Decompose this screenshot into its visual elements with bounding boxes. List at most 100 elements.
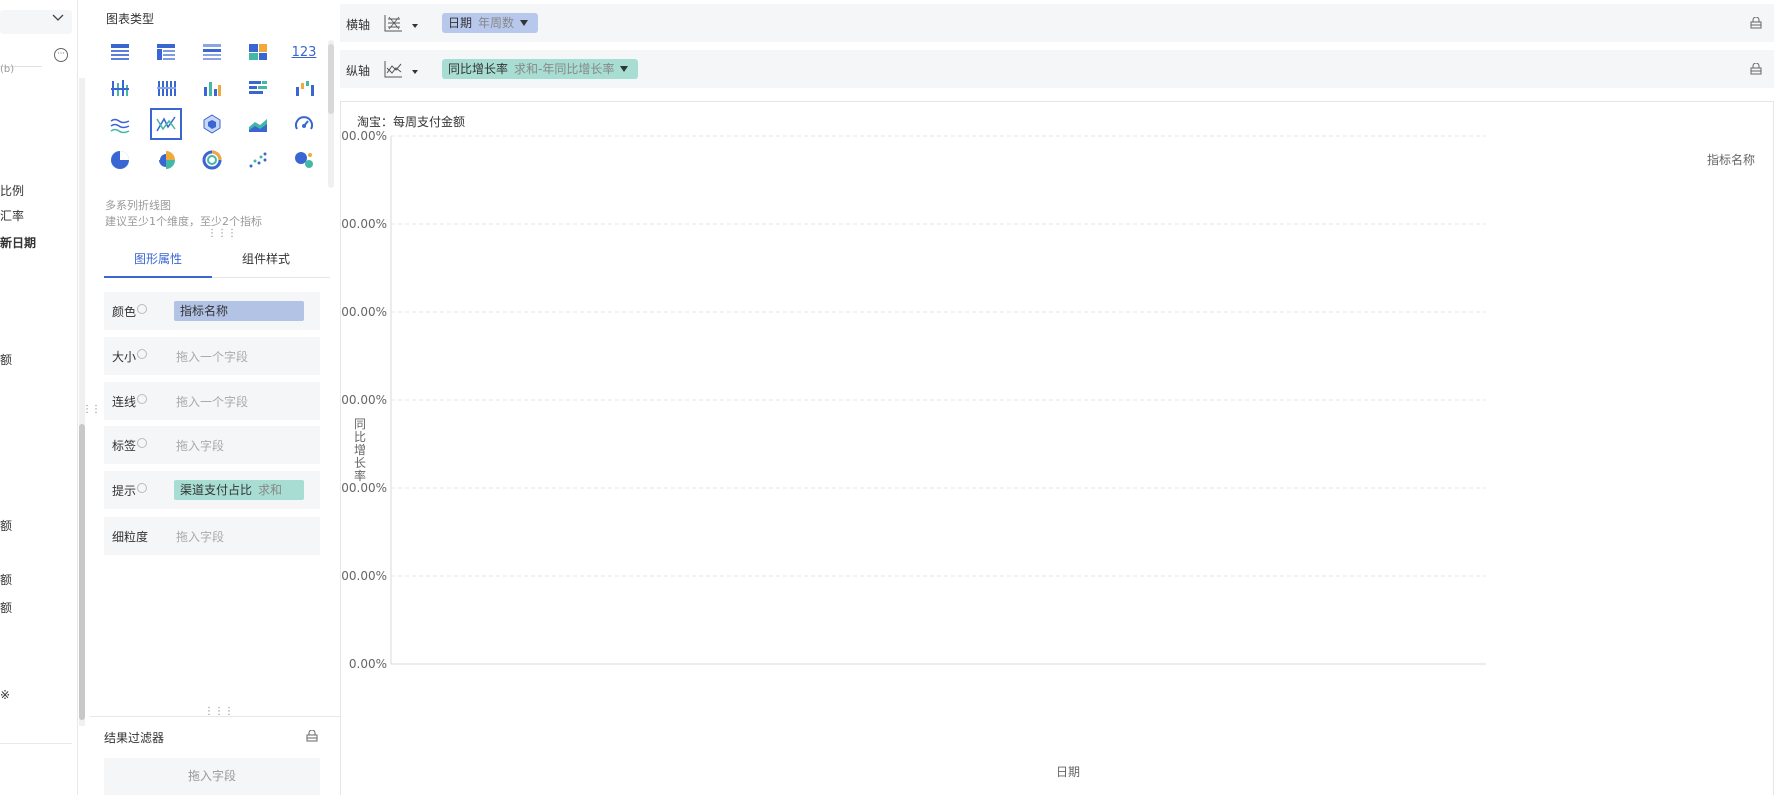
y-tick-label: 0.00% — [349, 657, 387, 671]
field-item[interactable]: 比例 — [0, 182, 24, 199]
attr-line-row[interactable]: 连线 拖入一个字段 — [104, 382, 320, 420]
attr-label: 标签 — [112, 439, 137, 453]
pie-chart-icon[interactable] — [104, 144, 136, 176]
chart-config-panel: 图表类型 123 多系列折线图 建议至少1个维度，至少2个指标 ⋮⋮⋮ 图形属性… — [90, 0, 340, 795]
bubble-chart-icon[interactable] — [288, 144, 320, 176]
attr-label: 提示 — [112, 484, 137, 498]
drop-placeholder: 拖入字段 — [176, 439, 225, 453]
gear-icon[interactable] — [137, 349, 147, 359]
treemap-icon[interactable] — [242, 36, 274, 68]
drag-handle-icon[interactable]: ⋮⋮⋮ — [207, 228, 237, 239]
lock-icon[interactable] — [1750, 17, 1762, 29]
x-axis-field-sub: 年周数 — [478, 16, 515, 30]
hint-description: 建议至少1个维度，至少2个指标 — [105, 215, 262, 228]
filter-icon[interactable] — [620, 66, 629, 72]
field-item[interactable]: 新日期 — [0, 234, 36, 251]
tab-component-style[interactable]: 组件样式 — [212, 250, 320, 267]
field-item[interactable]: 汇率 — [0, 207, 24, 224]
gauge-icon[interactable] — [288, 108, 320, 140]
more-options-icon[interactable]: ··· — [54, 48, 68, 62]
field-item[interactable]: 额 — [0, 571, 12, 588]
gear-icon[interactable] — [137, 394, 147, 404]
axis-type-icon[interactable] — [382, 12, 404, 34]
y-axis-field-pill[interactable]: 同比增长率 求和-年同比增长率 — [442, 59, 639, 79]
detail-table-icon[interactable] — [196, 36, 228, 68]
field-item[interactable]: ※ — [0, 688, 10, 702]
cross-table-icon[interactable] — [150, 36, 182, 68]
chevron-down-icon[interactable] — [52, 14, 64, 25]
x-axis-label: 横轴 — [346, 18, 371, 32]
attr-label: 颜色 — [112, 305, 137, 319]
gear-icon[interactable] — [137, 483, 147, 493]
scrollbar-thumb[interactable] — [79, 424, 85, 720]
attr-tooltip-row[interactable]: 提示 渠道支付占比 求和 — [104, 471, 320, 509]
chevron-down-icon[interactable] — [412, 70, 418, 74]
gear-icon[interactable] — [137, 304, 147, 314]
scrollbar-thumb[interactable] — [328, 44, 334, 114]
gear-icon[interactable] — [137, 438, 147, 448]
y-tick-label: 12,000.00% — [341, 129, 387, 143]
field-item[interactable]: 额 — [0, 517, 12, 534]
legend-title[interactable]: 指标名称 — [1707, 151, 1755, 168]
scatter-plot-icon[interactable] — [242, 144, 274, 176]
y-tick-label: 10,000.00% — [341, 217, 387, 231]
y-tick-label: 4,000.00% — [341, 481, 387, 495]
tooltip-field-pill[interactable]: 渠道支付占比 求和 — [174, 480, 304, 500]
y-axis-label: 纵轴 — [346, 64, 371, 78]
filter-icon[interactable] — [520, 20, 529, 26]
attr-granularity-row[interactable]: 细粒度 拖入字段 — [104, 517, 320, 555]
attr-tag-row[interactable]: 标签 拖入字段 — [104, 426, 320, 464]
x-axis-field-pill[interactable]: 日期 年周数 — [442, 13, 539, 33]
y-axis-title: 同比增长率 — [353, 417, 366, 483]
axis-type-icon[interactable] — [382, 58, 404, 80]
bar-chart-icon[interactable] — [196, 72, 228, 104]
active-tab-indicator — [104, 276, 212, 278]
area-chart-icon[interactable] — [242, 108, 274, 140]
kpi-number-icon[interactable]: 123 — [288, 36, 320, 68]
tooltip-aggregation: 求和 — [258, 483, 283, 497]
lock-icon[interactable] — [306, 730, 318, 742]
y-tick-label: 8,000.00% — [341, 305, 387, 319]
radar-icon[interactable] — [196, 108, 228, 140]
divider — [0, 743, 72, 744]
waterfall-icon[interactable] — [288, 72, 320, 104]
divider — [90, 716, 340, 717]
y-axis-field-name: 同比增长率 — [448, 62, 509, 76]
field-panel: ··· (b) 比例 汇率 新日期 额 额 额 额 ※ — [0, 0, 78, 795]
result-filter-title: 结果过滤器 — [104, 731, 165, 745]
attribute-tabs: 图形属性 组件样式 — [104, 240, 330, 278]
lock-icon[interactable] — [1750, 63, 1762, 75]
chevron-down-icon[interactable] — [412, 24, 418, 28]
drop-placeholder: 拖入一个字段 — [176, 350, 249, 364]
field-item[interactable]: 额 — [0, 599, 12, 616]
y-tick-label: 2,000.00% — [341, 569, 387, 583]
attr-label: 连线 — [112, 395, 137, 409]
drop-placeholder: 拖入字段 — [176, 530, 225, 544]
tab-graph-properties[interactable]: 图形属性 — [104, 250, 212, 267]
grouped-bar-icon[interactable] — [150, 72, 182, 104]
multi-line-icon[interactable] — [104, 108, 136, 140]
table-icon[interactable] — [104, 36, 136, 68]
scatter-bar-icon[interactable] — [104, 72, 136, 104]
horizontal-bar-icon[interactable] — [242, 72, 274, 104]
chart-type-title: 图表类型 — [106, 12, 155, 26]
y-tick-label: 6,000.00% — [341, 393, 387, 407]
hint-title: 多系列折线图 — [105, 199, 171, 212]
attr-label: 细粒度 — [112, 530, 149, 544]
chart-plot: 0.00% 2,000.00% 4,000.00% 6,000.00% 8,000.00… — [341, 129, 1486, 671]
radial-chart-icon[interactable] — [196, 144, 228, 176]
chart-type-hint: 多系列折线图 建议至少1个维度，至少2个指标 — [105, 198, 262, 230]
field-scrollbar[interactable] — [79, 78, 85, 726]
tooltip-field-name: 渠道支付占比 — [180, 483, 253, 497]
rose-chart-icon[interactable] — [150, 144, 182, 176]
attr-size-row[interactable]: 大小 拖入一个字段 — [104, 337, 320, 375]
color-field-pill[interactable]: 指标名称 — [174, 301, 304, 321]
multi-series-line-icon[interactable] — [150, 108, 182, 140]
chart-type-scrollbar[interactable] — [328, 40, 334, 188]
attr-color-row[interactable]: 颜色 指标名称 — [104, 292, 320, 330]
y-axis-row: 纵轴 同比增长率 求和-年同比增长率 — [340, 50, 1774, 88]
field-item[interactable]: (b) — [0, 64, 14, 75]
field-item[interactable]: 额 — [0, 351, 12, 368]
chart-canvas: 淘宝：每周支付金额 0.00%2,000.00%4,000.00%6,000.0… — [340, 101, 1774, 795]
result-filter-dropzone[interactable]: 拖入字段 — [104, 758, 320, 795]
